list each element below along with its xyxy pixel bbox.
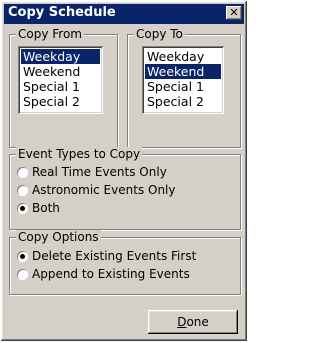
- window-title: Copy Schedule: [8, 5, 116, 20]
- copy-options-group: Copy Options Delete Existing Events Firs…: [9, 230, 241, 295]
- copy-from-item-weekend[interactable]: Weekend: [21, 64, 100, 79]
- copy-from-item-weekday[interactable]: Weekday: [21, 49, 100, 64]
- copy-to-group: Copy To Weekday Weekend Special 1 Specia…: [127, 27, 241, 148]
- copy-to-item-weekday[interactable]: Weekday: [145, 49, 221, 64]
- copy-to-listbox[interactable]: Weekday Weekend Special 1 Special 2: [142, 46, 224, 114]
- radio-label: Delete Existing Events First: [32, 249, 197, 263]
- copy-from-group: Copy From Weekday Weekend Special 1 Spec…: [9, 27, 118, 148]
- copy-to-legend: Copy To: [134, 27, 185, 41]
- radio-button-selected-icon[interactable]: [17, 203, 28, 214]
- radio-label: Astronomic Events Only: [32, 183, 176, 197]
- copy-to-item-special-2[interactable]: Special 2: [145, 94, 221, 109]
- copy-from-item-special-2[interactable]: Special 2: [21, 94, 100, 109]
- radio-dot-icon: [20, 254, 25, 259]
- radio-button-icon[interactable]: [17, 185, 28, 196]
- copy-options-legend: Copy Options: [16, 230, 101, 244]
- event-types-group: Event Types to Copy Real Time Events Onl…: [9, 147, 241, 230]
- copy-to-item-weekend[interactable]: Weekend: [145, 64, 221, 79]
- copy-from-listbox[interactable]: Weekday Weekend Special 1 Special 2: [18, 46, 103, 114]
- copy-schedule-dialog: Copy Schedule ✕ Copy From Weekday Weeken…: [1, 1, 247, 341]
- radio-label: Real Time Events Only: [32, 165, 167, 179]
- title-bar: Copy Schedule ✕: [4, 4, 244, 24]
- copy-to-item-special-1[interactable]: Special 1: [145, 79, 221, 94]
- radio-button-icon[interactable]: [17, 167, 28, 178]
- event-types-legend: Event Types to Copy: [16, 147, 143, 161]
- radio-label: Both: [32, 201, 60, 215]
- radio-button-selected-icon[interactable]: [17, 251, 28, 262]
- copy-from-legend: Copy From: [16, 27, 84, 41]
- radio-label: Append to Existing Events: [32, 267, 190, 281]
- radio-dot-icon: [20, 206, 25, 211]
- done-button-label: one: [186, 315, 209, 329]
- close-icon[interactable]: ✕: [226, 6, 242, 20]
- copy-from-item-special-1[interactable]: Special 1: [21, 79, 100, 94]
- done-button[interactable]: Done: [148, 310, 238, 334]
- radio-button-icon[interactable]: [17, 269, 28, 280]
